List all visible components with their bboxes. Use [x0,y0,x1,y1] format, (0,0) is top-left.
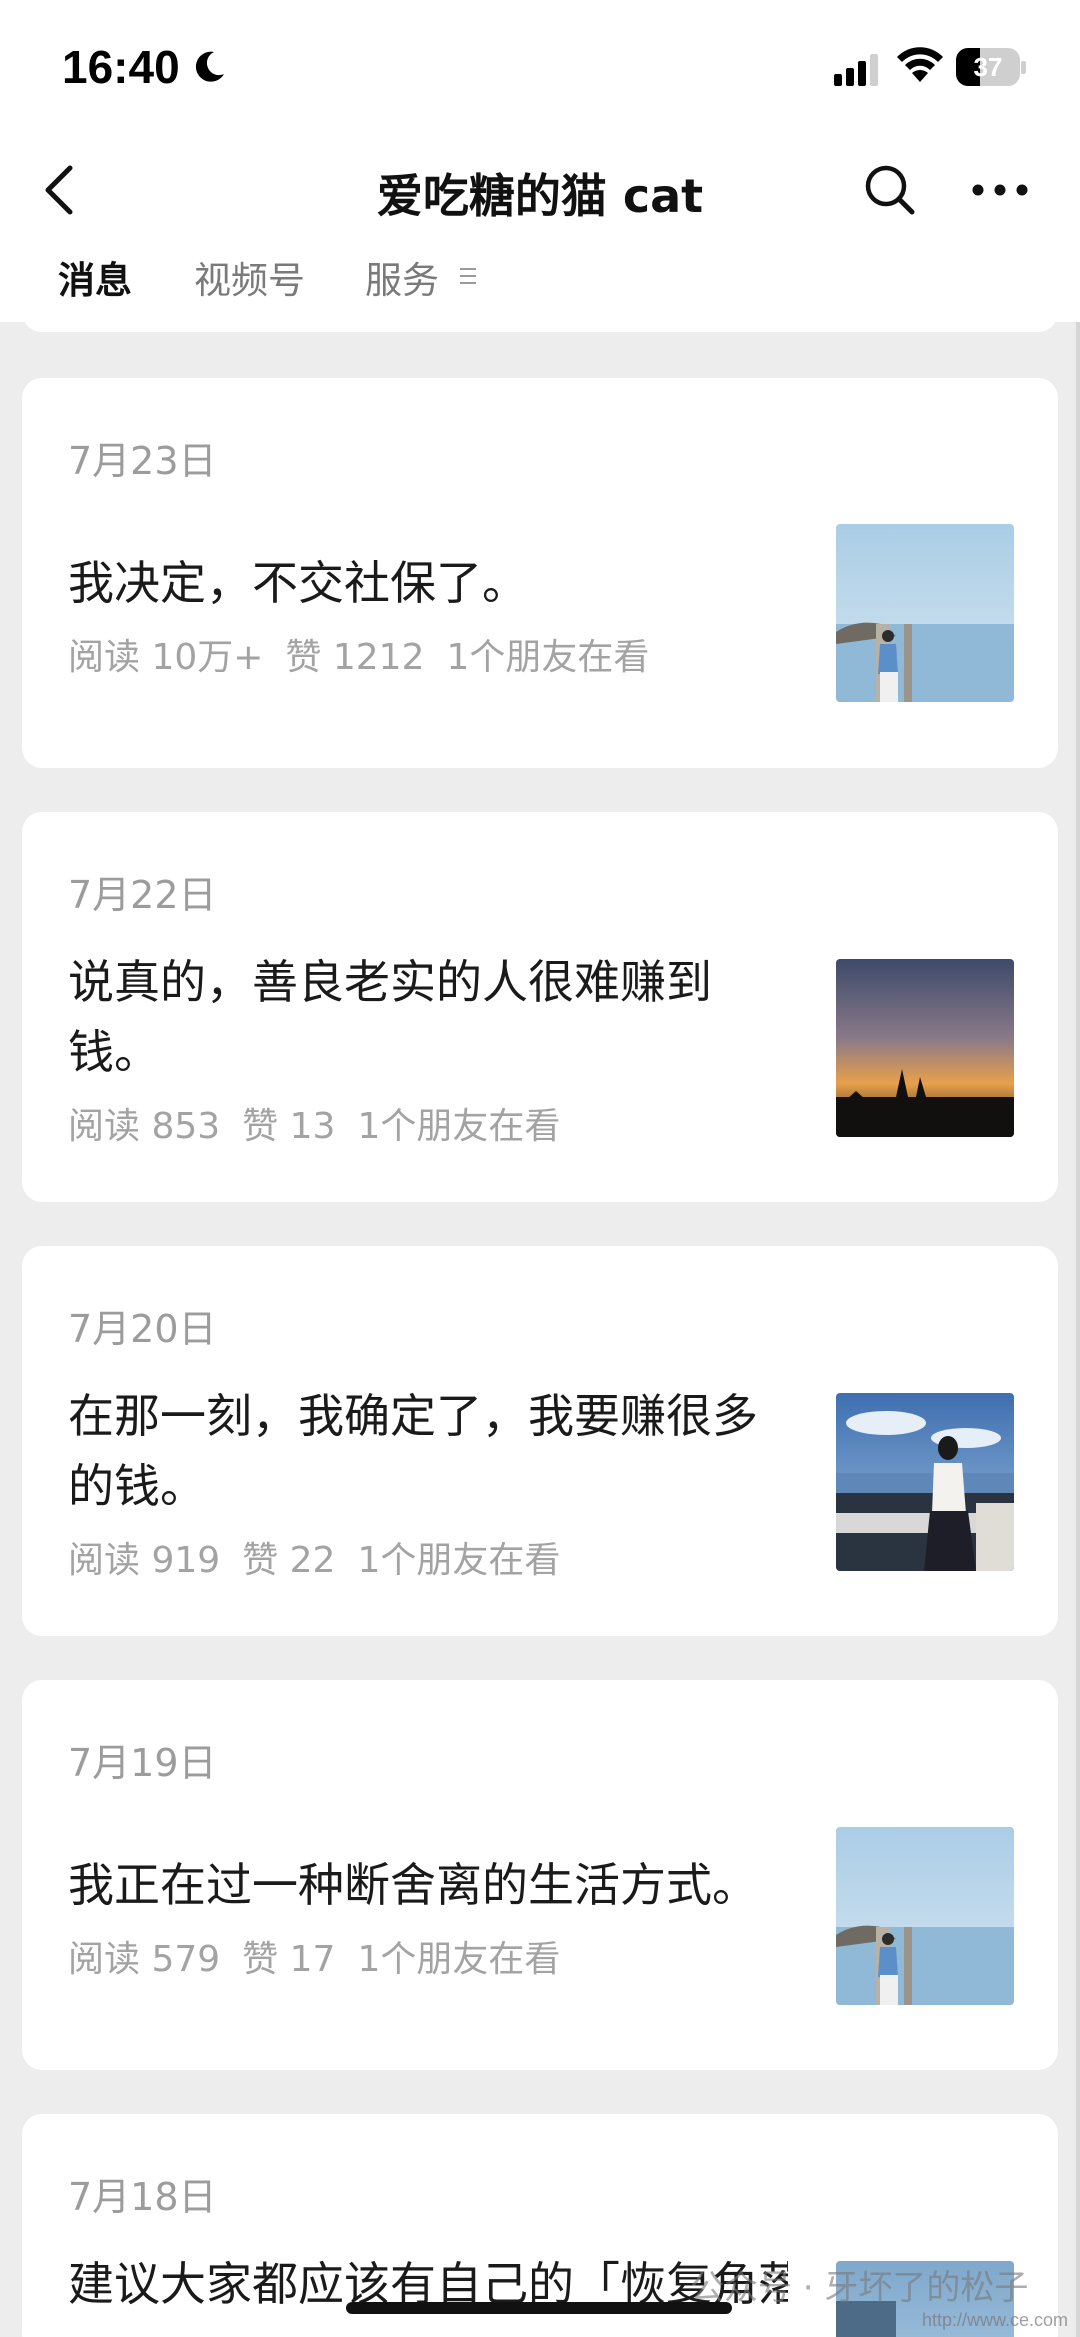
sunset-photo-icon [836,959,1014,1137]
article-stats: 阅读 10万+ 赞 1212 1个朋友在看 [68,628,671,680]
read-count: 阅读 10万+ [68,637,264,678]
article-card[interactable]: 7月20日 在那一刻，我确定了，我要赚很多的钱。 阅读 919 赞 22 1个朋友在… [22,1246,1058,1636]
friends-viewing: 1个朋友在看 [357,1106,561,1147]
home-indicator[interactable] [346,2302,732,2314]
like-count: 赞 1212 [285,637,425,678]
article-title[interactable]: 我决定，不交社保了。 [68,548,788,618]
friends-viewing: 1个朋友在看 [357,1540,561,1581]
article-title[interactable]: 我正在过一种断舍离的生活方式。 [68,1850,788,1920]
coast-photo-icon [836,1827,1014,2005]
article-date: 7月18日 [68,2175,217,2219]
like-count: 赞 17 [242,1939,336,1980]
article-card[interactable]: 7月22日 说真的，善良老实的人很难赚到钱。 阅读 853 赞 13 1个朋友在看 [22,812,1058,1202]
read-count: 阅读 853 [68,1106,221,1147]
article-date: 7月23日 [68,439,217,483]
article-title[interactable]: 说真的，善良老实的人很难赚到钱。 [68,947,788,1087]
article-thumbnail[interactable] [836,524,1014,702]
like-count: 赞 13 [242,1106,336,1147]
article-date: 7月20日 [68,1307,217,1351]
read-count: 阅读 919 [68,1540,221,1581]
friends-viewing: 1个朋友在看 [446,637,650,678]
article-thumbnail[interactable] [836,1393,1014,1571]
harbor-photo-icon [836,1393,1014,1571]
read-count: 阅读 579 [68,1939,221,1980]
article-thumbnail[interactable] [836,959,1014,1137]
article-thumbnail[interactable] [836,1827,1014,2005]
friends-viewing: 1个朋友在看 [357,1939,561,1980]
article-card[interactable]: 7月19日 我正在过一种断舍离的生活方式。 阅读 579 赞 17 1个朋友在看 [22,1680,1058,2070]
watermark-url: http://www.ce.com [922,2310,1069,2330]
article-feed: 7月23日 我决定，不交社保了。 阅读 10万+ 赞 1212 1个朋友在看 7月2… [0,0,1080,2337]
article-stats: 阅读 919 赞 22 1个朋友在看 [68,1531,582,1583]
article-date: 7月22日 [68,873,217,917]
like-count: 赞 22 [242,1540,336,1581]
article-stats: 阅读 579 赞 17 1个朋友在看 [68,1930,582,1982]
article-card[interactable]: 7月23日 我决定，不交社保了。 阅读 10万+ 赞 1212 1个朋友在看 [22,378,1058,768]
coast-photo-icon [836,524,1014,702]
article-date: 7月19日 [68,1741,217,1785]
article-stats: 阅读 853 赞 13 1个朋友在看 [68,1097,582,1149]
watermark-text: 公众号 · 牙坏了的松子 [690,2268,1029,2308]
article-title[interactable]: 在那一刻，我确定了，我要赚很多的钱。 [68,1381,788,1521]
scrollbar[interactable] [1076,322,1080,2337]
